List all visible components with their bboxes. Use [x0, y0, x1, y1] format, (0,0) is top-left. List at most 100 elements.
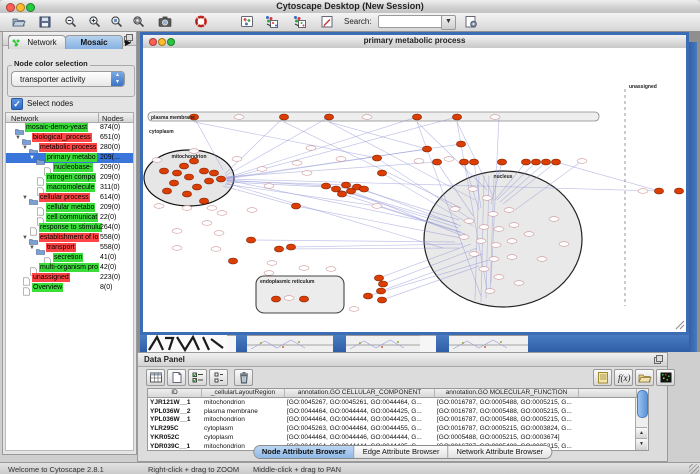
network-label-node[interactable] — [182, 206, 192, 211]
table-cell[interactable]: [GO:0005488, GO:0005215, GO:0003674] — [435, 433, 577, 442]
network-label-node[interactable] — [504, 208, 514, 213]
network-node[interactable] — [422, 146, 431, 152]
column-header-annotation.GO CELLULAR_COMPONENT[interactable]: annotation.GO CELLULAR_COMPONENT — [285, 389, 435, 398]
frame-resize-grip[interactable] — [676, 321, 684, 329]
network-node[interactable] — [551, 159, 560, 165]
network-label-node[interactable] — [491, 243, 501, 248]
expand-arrow-icon[interactable]: ▼ — [22, 193, 29, 203]
network-node[interactable] — [432, 159, 441, 165]
network-label-node[interactable] — [638, 189, 648, 194]
network-node[interactable] — [172, 170, 181, 176]
network-node[interactable] — [359, 186, 368, 192]
network-node[interactable] — [521, 159, 530, 165]
expand-arrow-icon[interactable]: ▼ — [29, 243, 36, 253]
network-label-node[interactable] — [264, 271, 274, 276]
network-node[interactable] — [159, 168, 168, 174]
table-row-YPL036W__1[interactable]: YPL036W__1 — [148, 415, 200, 424]
table-row-YLR295C[interactable]: YLR295C — [148, 424, 200, 433]
function-builder-icon[interactable]: f(x) — [614, 369, 633, 386]
tree-row-unassigned[interactable]: unassigned223(0) — [6, 273, 133, 283]
network-label-node[interactable] — [267, 261, 277, 266]
network-label-node[interactable] — [362, 115, 372, 120]
table-row-YPL036W__2[interactable]: YPL036W__2 — [148, 407, 200, 416]
network-label-node[interactable] — [152, 158, 162, 163]
table-row-YDR039C__1[interactable]: YDR039C__1 — [148, 442, 200, 451]
search-options-icon[interactable] — [462, 14, 480, 29]
network-node[interactable] — [377, 297, 386, 303]
column-header-ID[interactable]: ID — [148, 389, 202, 398]
network-node[interactable] — [169, 180, 178, 186]
tab-network-attribute-browser[interactable]: Network Attribute Browser — [448, 446, 551, 458]
network-label-node[interactable] — [524, 232, 534, 237]
tree-col-network[interactable]: Network — [11, 114, 39, 123]
attribute-list-icon[interactable] — [209, 369, 228, 386]
network-label-node[interactable] — [232, 157, 242, 162]
network-label-node[interactable] — [537, 257, 547, 262]
tree-row-cellular-process[interactable]: ▼cellular process614(0) — [6, 193, 133, 203]
annotation-icon[interactable] — [318, 14, 336, 29]
network-node[interactable] — [363, 293, 372, 299]
attribute-matrix-icon[interactable] — [656, 369, 675, 386]
network-label-node[interactable] — [172, 246, 182, 251]
network-node[interactable] — [216, 176, 225, 182]
tree-row-overview[interactable]: Overview8(0) — [6, 283, 133, 293]
network-label-node[interactable] — [490, 115, 500, 120]
network-node[interactable] — [271, 296, 280, 302]
save-icon[interactable] — [36, 14, 54, 29]
tree-row-primary-metabo[interactable]: ▼primary metabo209(... — [6, 153, 133, 163]
network-node[interactable] — [337, 191, 346, 197]
table-cell[interactable]: [GO:0045263, GO:0044464, GO:0044455, G..… — [285, 424, 433, 433]
expand-arrow-icon[interactable]: ▼ — [15, 133, 22, 143]
tab-network[interactable]: Network — [8, 35, 66, 49]
tree-row-macromolecule[interactable]: macromolecule311(0) — [6, 183, 133, 193]
network-label-node[interactable] — [509, 223, 519, 228]
scroll-down-icon[interactable]: ▼ — [636, 438, 647, 450]
network-node[interactable] — [459, 159, 468, 165]
expand-arrow-icon[interactable]: ▼ — [29, 153, 36, 163]
network-label-node[interactable] — [444, 157, 454, 162]
network-node[interactable] — [184, 174, 193, 180]
table-cell[interactable]: plasma membrane — [202, 407, 283, 416]
delete-attribute-icon[interactable] — [234, 369, 253, 386]
network-node[interactable] — [378, 281, 387, 287]
zoom-fit-icon[interactable] — [130, 14, 148, 29]
network-node[interactable] — [456, 141, 465, 147]
column-header-empty[interactable] — [579, 389, 637, 398]
network-view-titlebar[interactable]: primary metabolic process — [143, 35, 686, 49]
tree-row-establishment-of-lo[interactable]: ▼establishment of lo558(0) — [6, 233, 133, 243]
network-node[interactable] — [199, 168, 208, 174]
tab-node-attribute-browser[interactable]: Node Attribute Browser — [254, 446, 355, 458]
network-node[interactable] — [372, 155, 381, 161]
select-nodes-checkbox[interactable]: ✓ — [11, 98, 23, 110]
open-folder-icon[interactable] — [10, 14, 28, 29]
network-label-node[interactable] — [299, 266, 309, 271]
tree-col-nodes[interactable]: Nodes — [102, 114, 124, 123]
network-label-node[interactable] — [559, 242, 569, 247]
network-label-node[interactable] — [494, 227, 504, 232]
scrollbar-thumb[interactable] — [637, 390, 648, 418]
network-label-node[interactable] — [479, 267, 489, 272]
column-header-_cellularLayoutRegion[interactable]: _cellularLayoutRegion — [202, 389, 285, 398]
network-label-node[interactable] — [489, 257, 499, 262]
network-node[interactable] — [274, 246, 283, 252]
network-label-node[interactable] — [207, 206, 217, 211]
network-node[interactable] — [452, 114, 461, 120]
network-node[interactable] — [321, 183, 330, 189]
network-node[interactable] — [324, 114, 333, 120]
tab-mosaic[interactable]: Mosaic — [65, 35, 123, 49]
tree-row-metabolic-process[interactable]: ▼metabolic process280(0) — [6, 143, 133, 153]
float-data-panel-icon[interactable] — [654, 355, 663, 364]
search-input[interactable] — [378, 15, 446, 28]
network-label-node[interactable] — [414, 159, 424, 164]
table-cell[interactable]: mitochondrion — [202, 415, 283, 424]
table-cell[interactable]: [GO:0045267, GO:0045261, GO:0044464, G..… — [285, 398, 433, 407]
zoom-in-icon[interactable] — [86, 14, 104, 29]
create-attribute-icon[interactable] — [167, 369, 186, 386]
network-label-node[interactable] — [479, 225, 489, 230]
zoom-selected-icon[interactable] — [108, 14, 126, 29]
network-label-node[interactable] — [372, 204, 382, 209]
notes-icon[interactable] — [593, 369, 612, 386]
network-label-node[interactable] — [476, 239, 486, 244]
network-grid-icon[interactable] — [238, 14, 256, 29]
network-node[interactable] — [674, 188, 683, 194]
